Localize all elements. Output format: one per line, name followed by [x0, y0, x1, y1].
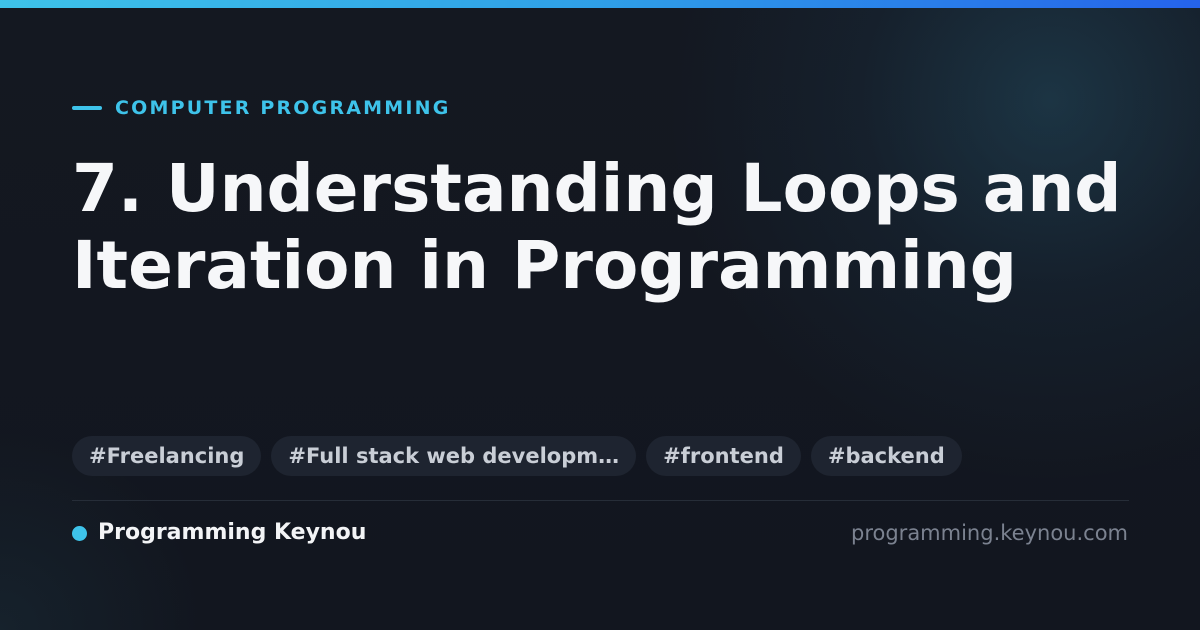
top-accent-bar	[0, 0, 1200, 8]
category-label: COMPUTER PROGRAMMING	[115, 97, 451, 119]
brand: Programming Keynou	[72, 518, 366, 548]
tag-chip: #Full stack web developm…	[271, 436, 637, 476]
social-share-card: COMPUTER PROGRAMMING 7. Understanding Lo…	[0, 0, 1200, 630]
tag-chip: #frontend	[646, 436, 801, 476]
site-url: programming.keynou.com	[851, 521, 1128, 545]
article-title: 7. Understanding Loops and Iteration in …	[72, 150, 1122, 304]
footer-divider	[72, 500, 1129, 501]
brand-name: Programming Keynou	[98, 520, 367, 545]
brand-dot-icon	[72, 525, 87, 541]
category-header: COMPUTER PROGRAMMING	[72, 96, 451, 120]
tag-list: #Freelancing #Full stack web developm… #…	[72, 436, 962, 476]
tag-chip: #backend	[810, 436, 962, 476]
tag-chip: #Freelancing	[72, 436, 262, 476]
category-dash-icon	[72, 106, 102, 110]
